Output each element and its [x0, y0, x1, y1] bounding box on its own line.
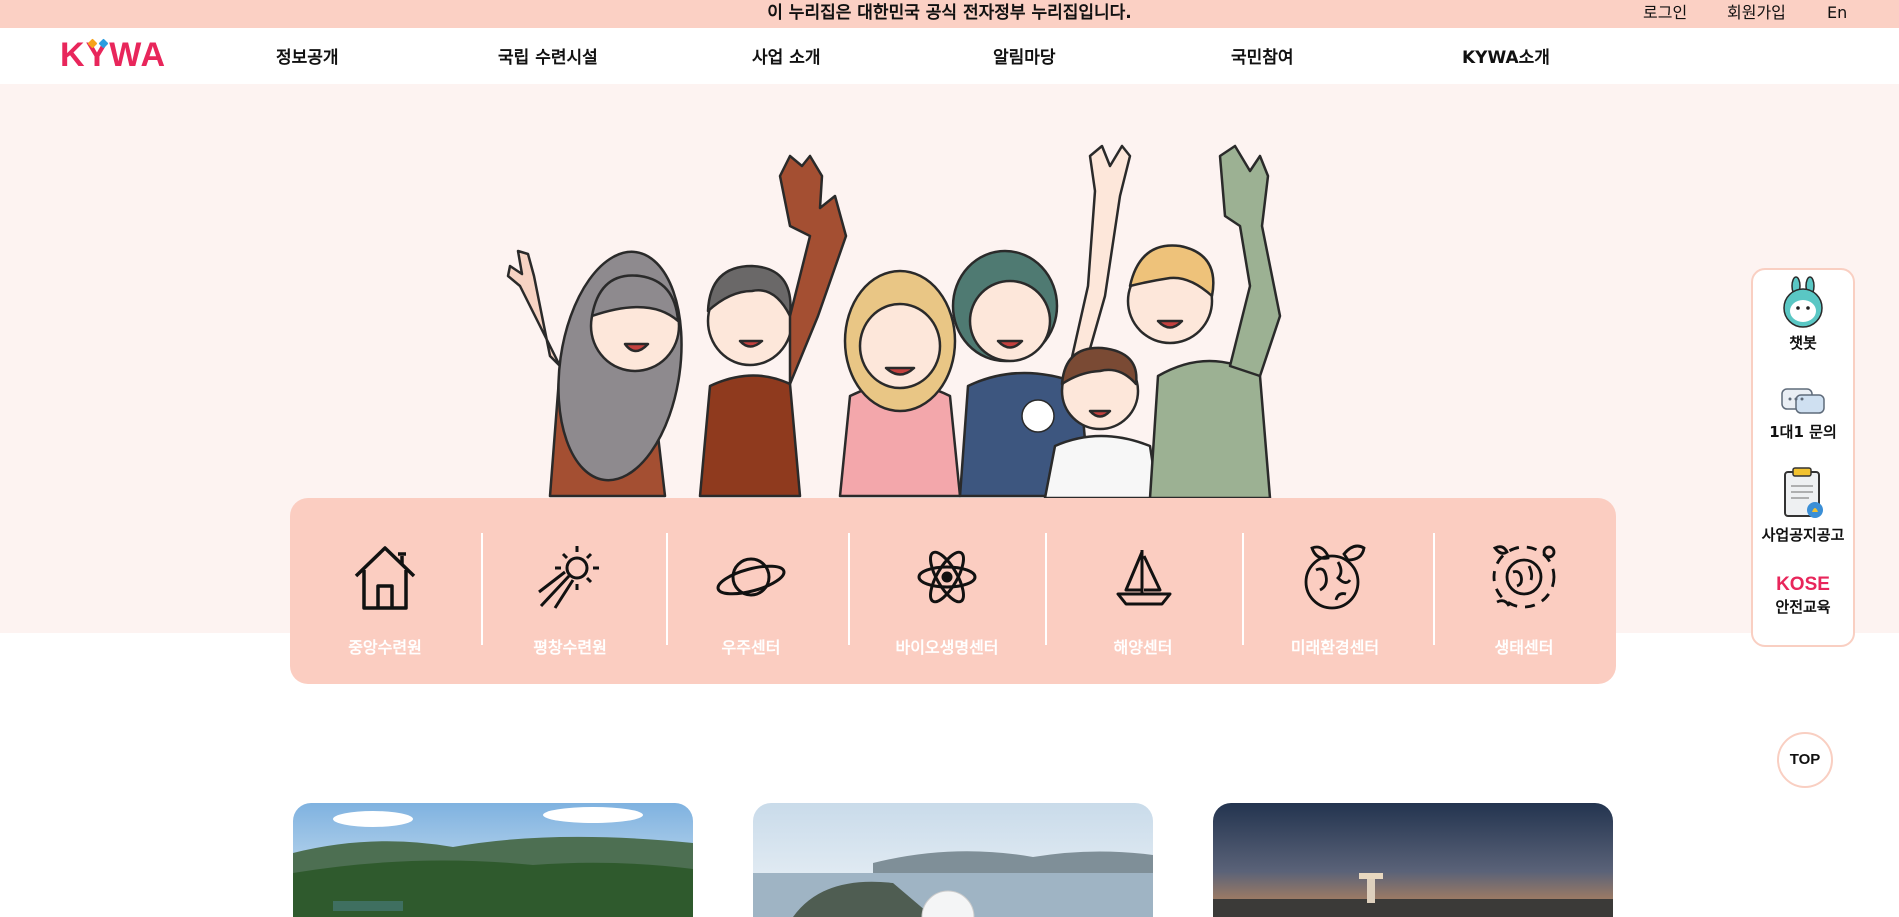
quick-menu: 챗봇 1대1 문의 사업공지공고 KOSE 안전교육	[1751, 268, 1855, 647]
rabbit-chatbot-icon	[1783, 276, 1823, 328]
speech-bubble-icon	[1781, 388, 1825, 414]
inquiry-label: 1대1 문의	[1769, 423, 1837, 441]
site-header: KYWA 정보공개 국립 수련시설 사업 소개 알림마당 국민참여 KYWA소개	[0, 28, 1899, 84]
quick-safety-education[interactable]: KOSE 안전교육	[1753, 574, 1853, 617]
government-notice-bar: 이 누리집은 대한민국 공식 전자정부 누리집입니다. 로그인 회원가입 En	[0, 0, 1899, 28]
cheering-youth-illustration	[506, 144, 1282, 498]
nav-national-facilities[interactable]: 국립 수련시설	[498, 43, 598, 68]
facility-divider	[481, 533, 483, 645]
scroll-to-top-button[interactable]: TOP	[1777, 732, 1833, 788]
facility-label: 미래환경센터	[1290, 638, 1380, 657]
facility-label: 바이오생명센터	[895, 638, 999, 657]
sun-icon	[538, 546, 599, 609]
nav-business-intro[interactable]: 사업 소개	[752, 43, 820, 68]
business-notice-label: 사업공지공고	[1761, 526, 1845, 544]
nav-about-kywa[interactable]: KYWA소개	[1462, 43, 1550, 68]
facility-pyeongchang-center[interactable]: 평창수련원	[485, 540, 655, 660]
login-link[interactable]: 로그인	[1643, 0, 1687, 26]
facility-label: 생태센터	[1494, 638, 1554, 657]
facility-photo-card-forest[interactable]	[293, 803, 693, 917]
facility-photo-card-space[interactable]	[753, 803, 1153, 917]
facility-label: 우주센터	[721, 638, 781, 657]
chatbot-label: 챗봇	[1789, 334, 1817, 352]
facility-divider	[848, 533, 850, 645]
language-link[interactable]: En	[1827, 0, 1847, 26]
facility-photo-card-wetland[interactable]	[1213, 803, 1613, 917]
government-notice-text: 이 누리집은 대한민국 공식 전자정부 누리집입니다.	[767, 3, 1132, 23]
nav-public-participation[interactable]: 국민참여	[1231, 43, 1294, 68]
kywa-logo[interactable]: KYWA	[60, 36, 166, 75]
facility-label: 중앙수련원	[348, 638, 422, 657]
forest-resort-photo	[293, 803, 693, 917]
facility-space-center[interactable]: 우주센터	[666, 540, 836, 660]
facility-ecology-center[interactable]: 생태센터	[1439, 540, 1609, 660]
atom-icon	[917, 550, 977, 604]
facility-future-environment-center[interactable]: 미래환경센터	[1250, 540, 1420, 660]
facility-central-center[interactable]: 중앙수련원	[300, 540, 470, 660]
quick-chatbot[interactable]: 챗봇	[1753, 276, 1853, 353]
clipboard-notice-icon	[1784, 467, 1823, 518]
quick-one-to-one-inquiry[interactable]: 1대1 문의	[1753, 387, 1853, 442]
facility-marine-center[interactable]: 해양센터	[1058, 540, 1228, 660]
wetland-center-photo	[1213, 803, 1613, 917]
nav-info-disclosure[interactable]: 정보공개	[276, 43, 339, 68]
facility-divider	[1433, 533, 1435, 645]
facility-shortcuts: 중앙수련원 평창수련원 우주센터 바이오생명센터 해양센터 미래환경센터 생태센…	[290, 498, 1616, 684]
quick-business-notice[interactable]: 사업공지공고	[1753, 466, 1853, 545]
space-center-photo	[753, 803, 1153, 917]
facility-divider	[1045, 533, 1047, 645]
facility-label: 평창수련원	[533, 638, 607, 657]
facility-bio-life-center[interactable]: 바이오생명센터	[862, 540, 1032, 660]
house-icon	[354, 546, 416, 610]
earth-leaf-icon	[1304, 544, 1366, 610]
nav-notice-board[interactable]: 알림마당	[993, 43, 1056, 68]
kose-brand-mark: KOSE	[1776, 574, 1830, 595]
ecosystem-icon	[1492, 545, 1556, 609]
signup-link[interactable]: 회원가입	[1727, 0, 1786, 26]
sailboat-icon	[1116, 550, 1172, 606]
planet-icon	[716, 557, 786, 597]
facility-divider	[1242, 533, 1244, 645]
facility-label: 해양센터	[1113, 638, 1173, 657]
safety-education-label: 안전교육	[1775, 598, 1831, 616]
